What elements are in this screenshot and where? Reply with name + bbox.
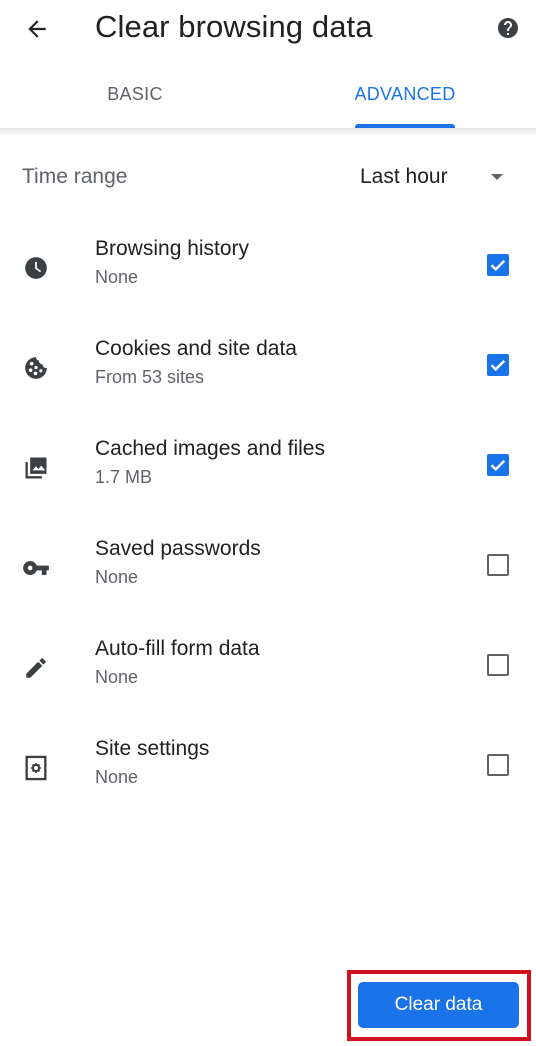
checkbox-autofill[interactable]: [487, 654, 509, 676]
checkbox-site-settings[interactable]: [487, 754, 509, 776]
history-clock-icon: [22, 254, 50, 282]
tab-bar: BASIC ADVANCED: [0, 60, 536, 128]
checkbox-cookies[interactable]: [487, 354, 509, 376]
help-button[interactable]: [495, 15, 521, 41]
option-cookies[interactable]: Cookies and site data From 53 sites: [0, 336, 536, 436]
checkbox-saved-passwords[interactable]: [487, 554, 509, 576]
time-range-value: Last hour: [360, 165, 448, 188]
time-range-label: Time range: [22, 165, 128, 188]
option-site-settings[interactable]: Site settings None: [0, 736, 536, 836]
time-range-dropdown[interactable]: Last hour: [350, 156, 520, 198]
clear-data-button[interactable]: Clear data: [358, 982, 519, 1028]
option-title: Auto-fill form data: [95, 637, 260, 660]
site-settings-icon: [22, 754, 50, 782]
tab-basic[interactable]: BASIC: [60, 60, 210, 128]
cookie-icon: [22, 354, 50, 382]
option-title: Browsing history: [95, 237, 250, 260]
option-subtitle: None: [95, 567, 139, 587]
images-icon: [22, 454, 50, 482]
option-browsing-history[interactable]: Browsing history None: [0, 236, 536, 336]
checkbox-cached-images[interactable]: [487, 454, 509, 476]
help-icon: [498, 18, 518, 38]
page-title: Clear browsing data: [95, 9, 373, 44]
time-range-row: Time range Last hour: [0, 150, 536, 204]
option-title: Saved passwords: [95, 537, 261, 560]
checkbox-browsing-history[interactable]: [487, 254, 509, 276]
option-title: Cached images and files: [95, 437, 325, 460]
dropdown-arrow-icon: [491, 174, 503, 180]
option-cached-images[interactable]: Cached images and files 1.7 MB: [0, 436, 536, 536]
tab-advanced[interactable]: ADVANCED: [330, 60, 480, 128]
option-saved-passwords[interactable]: Saved passwords None: [0, 536, 536, 636]
checkmark-icon: [490, 259, 506, 272]
option-subtitle: 1.7 MB: [95, 467, 153, 487]
option-title: Cookies and site data: [95, 337, 297, 360]
option-autofill[interactable]: Auto-fill form data None: [0, 636, 536, 736]
tab-bar-shadow: [0, 128, 536, 136]
option-title: Site settings: [95, 737, 210, 760]
back-button[interactable]: [20, 12, 54, 46]
option-subtitle: From 53 sites: [95, 367, 205, 387]
checkmark-icon: [490, 459, 506, 472]
checkmark-icon: [490, 359, 506, 372]
option-subtitle: None: [95, 667, 139, 687]
arrow-back-icon: [28, 20, 46, 38]
option-subtitle: None: [95, 767, 139, 787]
pencil-icon: [22, 654, 50, 682]
toolbar: Clear browsing data: [0, 0, 536, 60]
key-icon: [22, 554, 50, 582]
option-subtitle: None: [95, 267, 139, 287]
